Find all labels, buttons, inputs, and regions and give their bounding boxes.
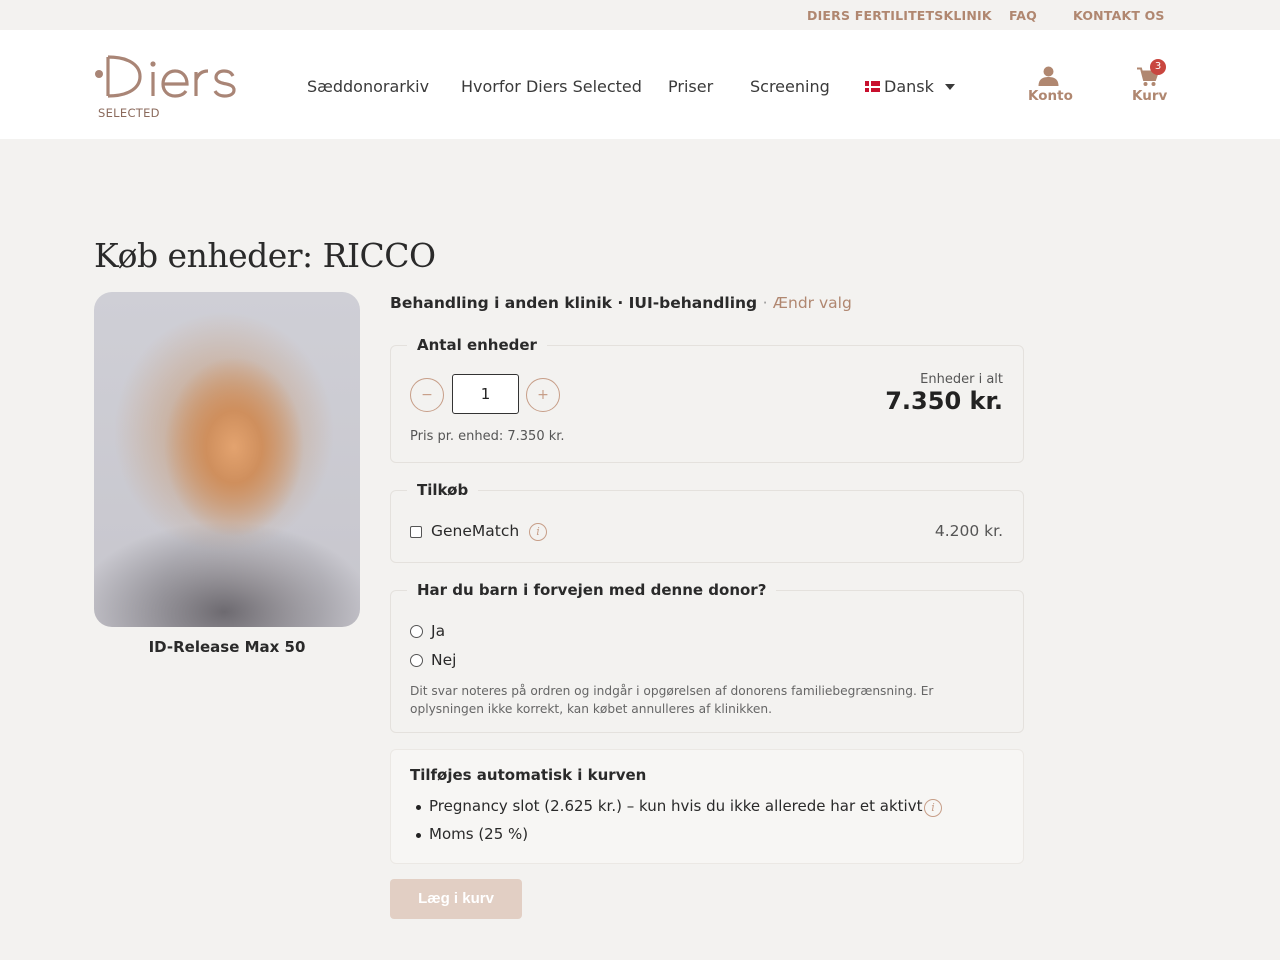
danish-flag-icon (865, 81, 880, 92)
top-link-contact[interactable]: KONTAKT OS (1073, 8, 1165, 23)
radio-yes-label[interactable]: Ja (431, 622, 445, 640)
genematch-price: 4.200 kr. (934, 522, 1003, 540)
units-legend: Antal enheder (407, 336, 547, 354)
logo-subtitle: SELECTED (98, 106, 160, 120)
site-header: SELECTED Sæddonorarkiv Hvorfor Diers Sel… (0, 30, 1280, 139)
language-selector[interactable]: Dansk (884, 77, 934, 96)
add-to-cart-button[interactable]: Læg i kurv (390, 879, 522, 919)
nav-screening[interactable]: Screening (750, 77, 830, 96)
page-title: Køb enheder: RICCO (94, 236, 436, 275)
user-icon[interactable] (1038, 66, 1059, 86)
auto-added-title: Tilføjes automatisk i kurven (410, 766, 647, 784)
selection-separator: · (762, 294, 768, 312)
family-limit-note: Dit svar noteres på ordren og indgår i o… (410, 682, 933, 718)
increase-quantity-button[interactable]: + (526, 378, 560, 412)
info-icon[interactable]: i (924, 799, 942, 817)
account-link[interactable]: Konto (1028, 88, 1073, 104)
nav-prices[interactable]: Priser (668, 77, 713, 96)
chevron-down-icon[interactable] (945, 84, 955, 90)
auto-added-box: Tilføjes automatisk i kurven Pregnancy s… (390, 749, 1024, 864)
cart-link[interactable]: Kurv (1132, 88, 1167, 104)
donor-caption: ID-Release Max 50 (148, 638, 306, 656)
addons-legend: Tilkøb (407, 481, 479, 499)
radio-yes[interactable] (410, 625, 423, 638)
quantity-input[interactable]: 1 (452, 374, 519, 414)
vat-item: Moms (25 %) (429, 825, 529, 843)
treatment-selection: Behandling i anden klinik · IUI-behandli… (390, 294, 852, 312)
genematch-label[interactable]: GeneMatch (431, 522, 519, 540)
top-link-fertility-clinic[interactable]: DIERS FERTILITETSKLINIK (807, 8, 992, 23)
pregnancy-slot-item: Pregnancy slot (2.625 kr.) – kun hvis du… (429, 797, 923, 815)
total-units-label: Enheder i alt (920, 372, 1003, 387)
genematch-checkbox[interactable] (410, 526, 422, 538)
top-bar: DIERS FERTILITETSKLINIK FAQ KONTAKT OS (0, 0, 1280, 30)
decrease-quantity-button[interactable]: − (410, 378, 444, 412)
existing-children-legend: Har du barn i forvejen med denne donor? (407, 581, 777, 599)
family-limit-note-line: Dit svar noteres på ordren og indgår i o… (410, 684, 934, 698)
family-limit-note-line: oplysningen ikke korrekt, kan købet annu… (410, 702, 772, 716)
top-link-faq[interactable]: FAQ (1009, 8, 1037, 23)
existing-children-fieldset: Har du barn i forvejen med denne donor? … (390, 581, 1024, 733)
total-units-price: 7.350 kr. (885, 387, 1003, 415)
units-fieldset: Antal enheder − 1 + Enheder i alt 7.350 … (390, 336, 1024, 463)
radio-no-label[interactable]: Nej (431, 651, 456, 669)
radio-no[interactable] (410, 654, 423, 667)
donor-photo (94, 292, 360, 627)
bullet (416, 833, 421, 838)
nav-sperm-donor-archive[interactable]: Sæddonorarkiv (307, 77, 429, 96)
selection-text: Behandling i anden klinik · IUI-behandli… (390, 294, 758, 312)
unit-price: Pris pr. enhed: 7.350 kr. (410, 429, 565, 444)
addons-fieldset: Tilkøb GeneMatch i 4.200 kr. (390, 481, 1024, 563)
bullet (416, 805, 421, 810)
cart-count-badge: 3 (1150, 59, 1166, 75)
nav-why-diers-selected[interactable]: Hvorfor Diers Selected (461, 77, 642, 96)
info-icon[interactable]: i (529, 523, 547, 541)
change-selection-link[interactable]: Ændr valg (773, 294, 852, 312)
